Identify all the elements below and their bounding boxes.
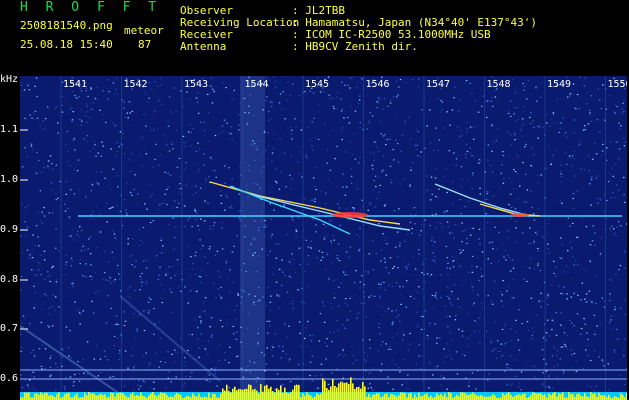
x-tick-label: 1541 — [63, 79, 87, 90]
spectrogram: 1541 1542 1543 1544 1545 1546 1547 1548 1549 1550 — [20, 76, 627, 400]
meteor-count: 87 — [138, 38, 152, 51]
y-tick-label: 0.8 — [0, 274, 19, 285]
field-value-antenna: : HB9CV Zenith dir. — [292, 40, 418, 53]
x-tick-label: 1550 — [608, 79, 628, 90]
y-tick-label: 0.6 — [0, 373, 19, 384]
x-tick-label: 1546 — [366, 79, 390, 90]
x-tick-label: 1548 — [487, 79, 511, 90]
x-tick-label: 1542 — [124, 79, 148, 90]
capture-datetime: 25.08.18 15:40 — [20, 38, 113, 51]
x-tick-label: 1545 — [305, 79, 329, 90]
y-tick-label: 0.7 — [0, 323, 19, 334]
y-tick-label: 1.1 — [0, 124, 19, 135]
meteor-label: meteor — [124, 24, 164, 37]
y-axis-unit: kHz — [0, 74, 19, 85]
noise-band — [240, 76, 265, 400]
field-label-antenna: Antenna — [180, 40, 227, 53]
spectrogram-background — [20, 76, 627, 400]
x-tick-label: 1547 — [426, 79, 450, 90]
meteor-head-echo — [511, 213, 529, 217]
header-panel: H R O F F T 2508181540.png 25.08.18 15:4… — [0, 0, 629, 76]
x-tick-label: 1549 — [547, 79, 571, 90]
app-brand: H R O F F T — [20, 0, 162, 15]
x-tick-label: 1544 — [245, 79, 269, 90]
image-filename: 2508181540.png — [20, 19, 113, 32]
meteor-head-echo — [332, 212, 368, 218]
y-tick-label: 1.0 — [0, 174, 19, 185]
x-tick-label: 1543 — [184, 79, 208, 90]
y-tick-label: 0.9 — [0, 224, 19, 235]
spectrogram-canvas: 1541 1542 1543 1544 1545 1546 1547 1548 1549 1550 — [20, 76, 627, 400]
